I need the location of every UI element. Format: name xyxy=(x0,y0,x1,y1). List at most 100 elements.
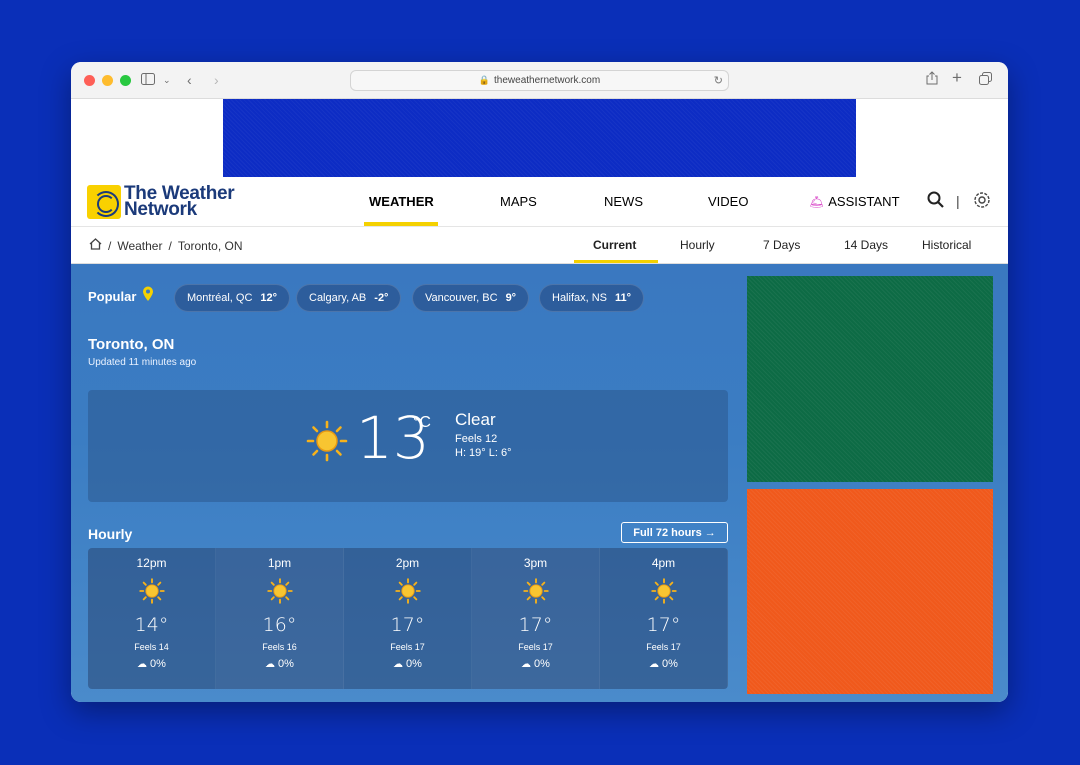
hourly-item[interactable]: 4pm 17° Feels 17 ☁ 0% xyxy=(600,548,728,689)
nav-video[interactable]: VIDEO xyxy=(708,194,748,209)
maximize-window-button[interactable] xyxy=(120,75,131,86)
current-high-low: H: 19° L: 6° xyxy=(455,447,512,459)
precip-value: 0% xyxy=(406,658,422,670)
chevron-down-icon[interactable]: ⌄ xyxy=(163,71,171,89)
nav-news[interactable]: NEWS xyxy=(604,194,643,209)
tab-hourly[interactable]: Hourly xyxy=(680,238,715,252)
tab-active-indicator xyxy=(574,260,658,263)
hour-time: 4pm xyxy=(651,556,676,570)
cloud-icon: ☁ xyxy=(137,659,148,670)
hour-precipitation: ☁ 0% xyxy=(472,658,599,670)
hour-temperature: 17° xyxy=(390,614,425,636)
hour-temperature: 17° xyxy=(646,614,681,636)
ad-sidebar-bottom[interactable] xyxy=(747,489,993,694)
chip-temp: 9° xyxy=(505,292,517,304)
address-bar[interactable]: 🔒 theweathernetwork.com ↻ xyxy=(350,70,729,91)
location-pin-icon xyxy=(142,286,154,306)
tab-14-days[interactable]: 14 Days xyxy=(844,238,888,252)
chip-temp: 12° xyxy=(260,292,278,304)
ad-banner-top[interactable] xyxy=(223,99,856,177)
hourly-item[interactable]: 1pm 16° Feels 16 ☁ 0% xyxy=(216,548,344,689)
precip-value: 0% xyxy=(534,658,550,670)
popular-label: Popular xyxy=(88,288,137,304)
back-icon[interactable]: ‹ xyxy=(187,71,192,89)
sun-icon xyxy=(266,578,293,609)
hour-temperature: 17° xyxy=(518,614,553,636)
close-window-button[interactable] xyxy=(84,75,95,86)
hour-time: 3pm xyxy=(523,556,548,570)
hour-time: 2pm xyxy=(395,556,420,570)
browser-window: ⌄ ‹ › 🔒 theweathernetwork.com ↻ + The We… xyxy=(71,62,1008,702)
new-tab-icon[interactable]: + xyxy=(952,69,962,87)
chip-temp: 11° xyxy=(615,292,632,304)
hourly-item[interactable]: 2pm 17° Feels 17 ☁ 0% xyxy=(344,548,472,689)
hourly-forecast-strip: 12pm 14° Feels 14 ☁ 0% 1pm 16° Feels 16 ☁… xyxy=(88,548,728,689)
hour-precipitation: ☁ 0% xyxy=(600,658,727,670)
updated-timestamp: Updated 11 minutes ago xyxy=(88,357,197,368)
hour-time: 1pm xyxy=(267,556,292,570)
hourly-item[interactable]: 12pm 14° Feels 14 ☁ 0% xyxy=(88,548,216,689)
site-header: The Weather Network WEATHER MAPS NEWS VI… xyxy=(71,179,1008,227)
reload-icon[interactable]: ↻ xyxy=(714,74,723,87)
ad-banner-area xyxy=(71,99,1008,179)
nav-assistant[interactable]: 🛎 ASSISTANT xyxy=(809,194,900,209)
breadcrumb: / Weather / Toronto, ON xyxy=(89,238,243,253)
hour-precipitation: ☁ 0% xyxy=(88,658,215,670)
home-icon[interactable] xyxy=(89,238,102,253)
hourly-section-title: Hourly xyxy=(88,526,133,542)
sun-icon xyxy=(138,578,165,609)
tab-historical[interactable]: Historical xyxy=(922,238,971,252)
popular-chip-montreal[interactable]: Montréal, QC 12° xyxy=(174,284,291,312)
hour-precipitation: ☁ 0% xyxy=(344,658,471,670)
cloud-icon: ☁ xyxy=(265,659,276,670)
url-text: theweathernetwork.com xyxy=(494,75,601,86)
minimize-window-button[interactable] xyxy=(102,75,113,86)
chip-city: Calgary, AB xyxy=(309,292,367,304)
tab-7-days[interactable]: 7 Days xyxy=(763,238,800,252)
sun-icon xyxy=(650,578,677,609)
nav-assistant-label: ASSISTANT xyxy=(828,194,900,209)
current-condition: Clear xyxy=(455,410,496,429)
precip-value: 0% xyxy=(278,658,294,670)
temperature-unit[interactable]: °C xyxy=(413,414,431,432)
breadcrumb-weather[interactable]: Weather xyxy=(117,239,162,253)
forward-icon[interactable]: › xyxy=(214,71,219,89)
nav-active-indicator xyxy=(364,222,438,226)
header-divider: | xyxy=(956,193,960,209)
hourly-item[interactable]: 3pm 17° Feels 17 ☁ 0% xyxy=(472,548,600,689)
cloud-icon: ☁ xyxy=(393,659,404,670)
popular-chip-vancouver[interactable]: Vancouver, BC 9° xyxy=(412,284,530,312)
gear-icon[interactable] xyxy=(973,191,991,214)
nav-maps[interactable]: MAPS xyxy=(500,194,537,209)
hour-time: 12pm xyxy=(136,556,167,570)
popular-chip-calgary[interactable]: Calgary, AB -2° xyxy=(296,284,402,312)
share-icon[interactable] xyxy=(926,71,938,89)
hour-feels-like: Feels 17 xyxy=(646,642,681,652)
sun-icon xyxy=(522,578,549,609)
site-logo[interactable]: The Weather Network xyxy=(87,184,235,220)
hour-feels-like: Feels 17 xyxy=(390,642,425,652)
tabs-overview-icon[interactable] xyxy=(979,71,992,89)
logo-line-2: Network xyxy=(124,199,197,220)
popular-chip-halifax[interactable]: Halifax, NS 11° xyxy=(539,284,645,312)
sub-navigation: / Weather / Toronto, ON Current Hourly 7… xyxy=(71,227,1008,264)
precip-value: 0% xyxy=(150,658,166,670)
tab-current[interactable]: Current xyxy=(593,238,636,252)
current-feels-like: Feels 12 xyxy=(455,433,498,445)
full-72-hours-button[interactable]: Full 72 hours → xyxy=(621,522,728,543)
hour-temperature: 14° xyxy=(134,614,169,636)
assistant-bell-icon: 🛎 xyxy=(809,195,825,209)
chip-city: Montréal, QC xyxy=(187,292,253,304)
browser-toolbar: ⌄ ‹ › 🔒 theweathernetwork.com ↻ + xyxy=(71,62,1008,99)
logo-globe-icon xyxy=(87,185,121,219)
nav-weather[interactable]: WEATHER xyxy=(369,194,434,209)
hour-feels-like: Feels 14 xyxy=(134,642,169,652)
ad-sidebar-top[interactable] xyxy=(747,276,993,482)
lock-icon: 🔒 xyxy=(478,75,491,85)
search-icon[interactable] xyxy=(927,191,944,213)
hour-feels-like: Feels 16 xyxy=(262,642,297,652)
chip-city: Halifax, NS xyxy=(552,292,608,304)
sidebar-toggle-icon[interactable] xyxy=(141,71,155,89)
location-title: Toronto, ON xyxy=(88,336,175,353)
chip-temp: -2° xyxy=(374,292,389,304)
